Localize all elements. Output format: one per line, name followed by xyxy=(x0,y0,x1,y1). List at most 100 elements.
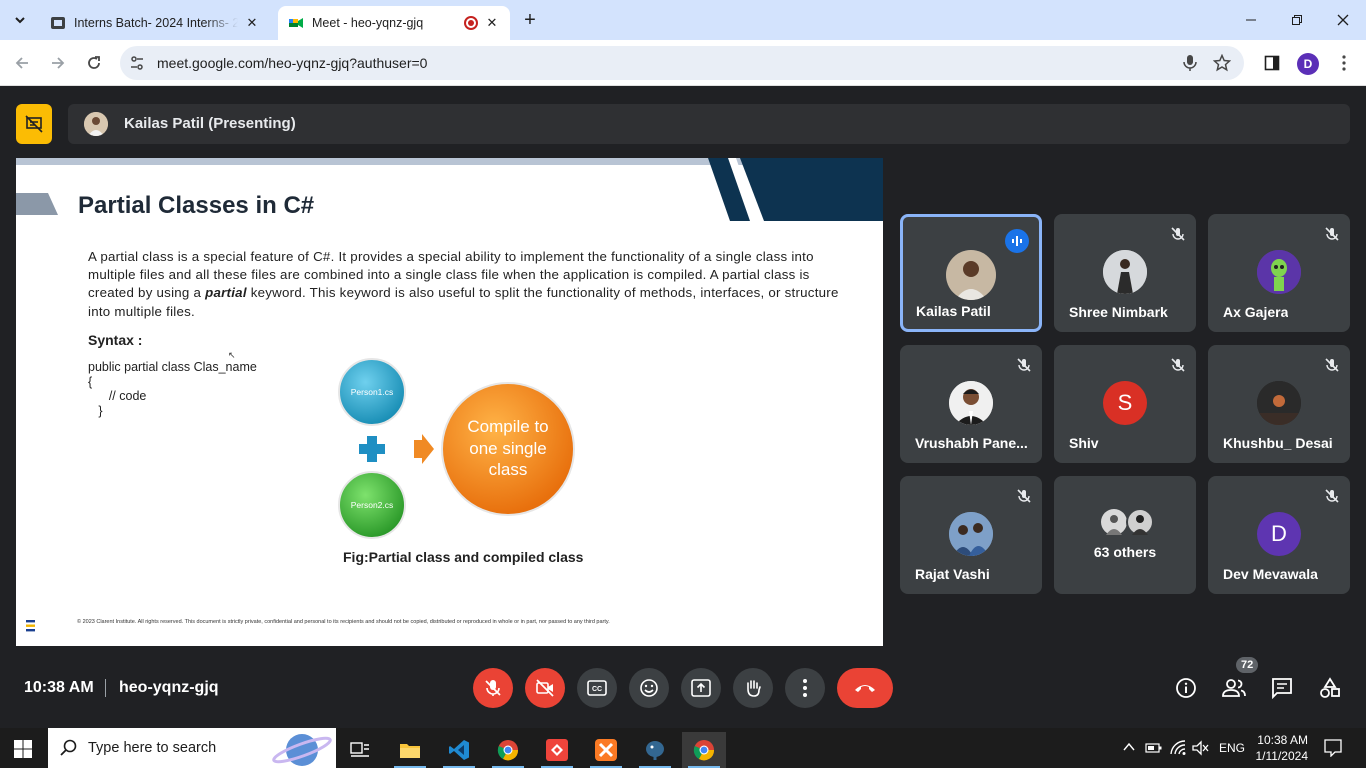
more-options-button[interactable] xyxy=(785,668,825,708)
participant-name: Khushbu_ Desai xyxy=(1223,435,1333,451)
new-tab-button[interactable]: + xyxy=(518,10,542,30)
slide-footer: © 2023 Clarent Institute. All rights res… xyxy=(77,619,610,625)
activities-icon xyxy=(1320,677,1340,698)
close-tab-icon[interactable]: ✕ xyxy=(244,15,260,31)
avatar-initial: D xyxy=(1271,521,1287,546)
mic-icon[interactable] xyxy=(1180,53,1200,73)
hand-icon xyxy=(747,680,761,697)
arrow-left-icon xyxy=(15,57,28,69)
tab-interns-batch[interactable]: Interns Batch- 2024 Interns- 20... ✕ xyxy=(40,6,270,40)
presenter-bar: Kailas Patil (Presenting) xyxy=(68,104,1350,144)
tab-meet[interactable]: Meet - heo-yqnz-gjq ✕ xyxy=(278,6,510,40)
volume-muted-icon[interactable] xyxy=(1192,740,1210,759)
tab-search-button[interactable] xyxy=(8,8,32,32)
figure-caption: Fig:Partial class and compiled class xyxy=(343,549,584,565)
participant-tile[interactable]: D Dev Mevawala xyxy=(1208,476,1350,594)
participant-avatar: S xyxy=(1103,381,1147,425)
end-call-icon xyxy=(855,685,875,692)
participant-avatar xyxy=(1103,250,1147,294)
xampp-icon[interactable] xyxy=(584,732,628,768)
participant-name: Rajat Vashi xyxy=(915,566,990,582)
leave-call-button[interactable] xyxy=(837,668,893,708)
notifications-icon[interactable] xyxy=(1324,739,1342,760)
presenter-avatar xyxy=(84,112,108,136)
windows-taskbar: Type here to search ENG 10:38 AM 1/11/20… xyxy=(0,728,1366,768)
others-count: 63 others xyxy=(1093,544,1157,560)
show-hidden-icons[interactable] xyxy=(1122,740,1136,757)
browser-toolbar: meet.google.com/heo-yqnz-gjq?authuser=0 xyxy=(0,40,1366,86)
activities-button[interactable] xyxy=(1316,674,1344,702)
others-tile[interactable]: 63 others xyxy=(1054,476,1196,594)
postgresql-icon[interactable] xyxy=(633,732,677,768)
file-explorer-icon[interactable] xyxy=(388,732,432,768)
tab-title: Meet - heo-yqnz-gjq xyxy=(312,16,424,30)
presentation-layout-button[interactable] xyxy=(16,104,52,144)
anydesk-icon[interactable] xyxy=(535,732,579,768)
participant-name: Shiv xyxy=(1069,435,1099,451)
reactions-button[interactable] xyxy=(629,668,669,708)
close-icon xyxy=(1337,14,1349,26)
task-view-icon[interactable] xyxy=(338,732,382,768)
participant-name: Dev Mevawala xyxy=(1223,566,1318,582)
presentation-icon xyxy=(25,115,43,133)
battery-icon[interactable] xyxy=(1145,741,1163,758)
camera-off-icon xyxy=(536,679,554,697)
windows-start-icon[interactable] xyxy=(14,740,32,758)
participant-tile[interactable]: Rajat Vashi xyxy=(900,476,1042,594)
slide-title: Partial Classes in C# xyxy=(78,192,315,219)
participant-tile[interactable]: Ax Gajera xyxy=(1208,214,1350,332)
wifi-icon[interactable] xyxy=(1169,740,1187,759)
person2-label: Person2.cs xyxy=(351,500,394,510)
plus-icon xyxy=(359,436,385,462)
minimize-button[interactable] xyxy=(1228,0,1274,40)
slide-paragraph: A partial class is a special feature of … xyxy=(88,249,839,319)
present-screen-button[interactable] xyxy=(681,668,721,708)
restore-button[interactable] xyxy=(1274,0,1320,40)
camera-toggle-button[interactable] xyxy=(525,668,565,708)
mic-off-icon xyxy=(1325,489,1339,503)
taskbar-search-box[interactable]: Type here to search xyxy=(48,728,336,768)
participant-tile[interactable]: Khushbu_ Desai xyxy=(1208,345,1350,463)
speaking-indicator-icon xyxy=(1005,229,1029,253)
mic-off-icon xyxy=(1325,227,1339,241)
more-menu-icon[interactable] xyxy=(1334,53,1354,73)
vscode-icon[interactable] xyxy=(437,732,481,768)
side-panel-icon[interactable] xyxy=(1262,53,1282,73)
others-avatars xyxy=(1101,508,1154,536)
mic-off-icon xyxy=(1171,227,1185,241)
avatar-initial: S xyxy=(1117,390,1133,415)
close-window-button[interactable] xyxy=(1320,0,1366,40)
clock-date: 1/11/2024 xyxy=(1255,749,1309,763)
address-bar[interactable]: meet.google.com/heo-yqnz-gjq?authuser=0 xyxy=(120,46,1244,80)
participant-tile[interactable]: Kailas Patil xyxy=(900,214,1042,332)
meet-favicon-icon xyxy=(289,18,303,28)
chevron-down-icon xyxy=(15,17,25,24)
meeting-details-button[interactable] xyxy=(1172,674,1200,702)
back-button[interactable] xyxy=(10,51,34,75)
captions-icon: CC xyxy=(587,680,607,696)
arrow-right-icon xyxy=(52,57,65,69)
microphone-toggle-button[interactable] xyxy=(473,668,513,708)
compile-text-line-1: Compile to xyxy=(467,417,548,436)
captions-button[interactable]: CC xyxy=(577,668,617,708)
participant-name: Kailas Patil xyxy=(916,303,991,319)
forward-button[interactable] xyxy=(46,51,70,75)
reload-icon xyxy=(88,56,100,69)
people-button[interactable] xyxy=(1220,674,1248,702)
chat-button[interactable] xyxy=(1268,674,1296,702)
participant-avatar xyxy=(949,381,993,425)
system-clock[interactable]: 10:38 AM 1/11/2024 xyxy=(1228,732,1309,764)
participant-name: Vrushabh Pane... xyxy=(915,435,1028,451)
bookmark-star-icon[interactable] xyxy=(1212,53,1232,73)
participant-avatar xyxy=(1257,250,1301,294)
raise-hand-button[interactable] xyxy=(733,668,773,708)
chrome-active-icon[interactable] xyxy=(682,732,726,768)
chrome-icon[interactable] xyxy=(486,732,530,768)
participant-tile[interactable]: S Shiv xyxy=(1054,345,1196,463)
reload-button[interactable] xyxy=(82,51,106,75)
site-info-icon[interactable] xyxy=(128,54,146,72)
participant-tile[interactable]: Shree Nimbark xyxy=(1054,214,1196,332)
participant-tile[interactable]: Vrushabh Pane... xyxy=(900,345,1042,463)
close-tab-icon[interactable]: ✕ xyxy=(484,15,500,31)
profile-avatar[interactable]: D xyxy=(1297,53,1319,75)
